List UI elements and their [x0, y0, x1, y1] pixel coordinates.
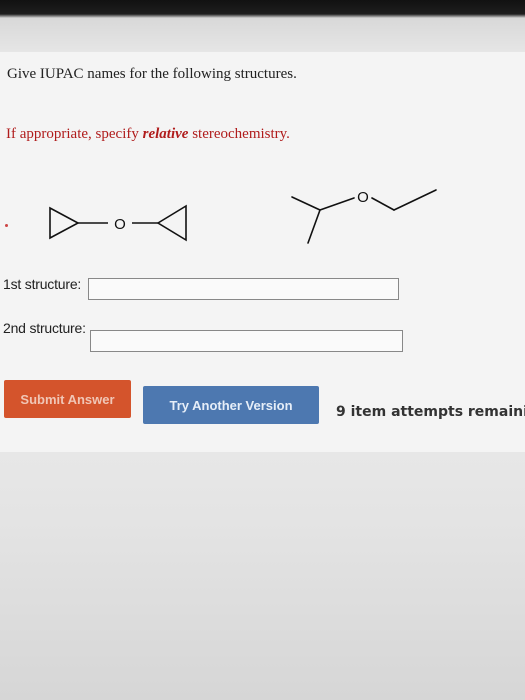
red-mark — [5, 224, 8, 227]
question-title: Give IUPAC names for the following struc… — [7, 66, 297, 82]
structure-1-diagram: O — [40, 196, 200, 256]
structure-2-diagram: O — [282, 180, 452, 250]
cyclopropyl-right-ring — [156, 204, 187, 242]
bond-down — [307, 209, 321, 244]
bond-from-o-2 — [393, 189, 437, 211]
oxygen-label-2: O — [357, 189, 369, 206]
note-prefix: If appropriate, specify — [6, 126, 143, 142]
stereochemistry-note: If appropriate, specify relative stereoc… — [6, 126, 290, 143]
attempts-remaining: 9 item attempts remaining — [336, 404, 525, 420]
structure-1-input[interactable] — [88, 278, 399, 300]
cyclopropyl-left-ring — [49, 206, 80, 240]
field-label-1: 1st structure: — [3, 276, 82, 292]
bond-methyl — [291, 196, 321, 211]
bond-to-o — [319, 197, 355, 211]
bond-from-o-1 — [371, 197, 395, 211]
structure-2-input[interactable] — [90, 330, 403, 352]
oxygen-label-1: O — [114, 216, 126, 233]
note-emphasis: relative — [142, 126, 189, 142]
submit-answer-button[interactable]: Submit Answer — [4, 380, 131, 418]
try-another-version-button[interactable]: Try Another Version — [143, 386, 319, 424]
field-label-2: 2nd structure: — [3, 320, 86, 336]
note-suffix: stereochemistry. — [188, 126, 290, 142]
